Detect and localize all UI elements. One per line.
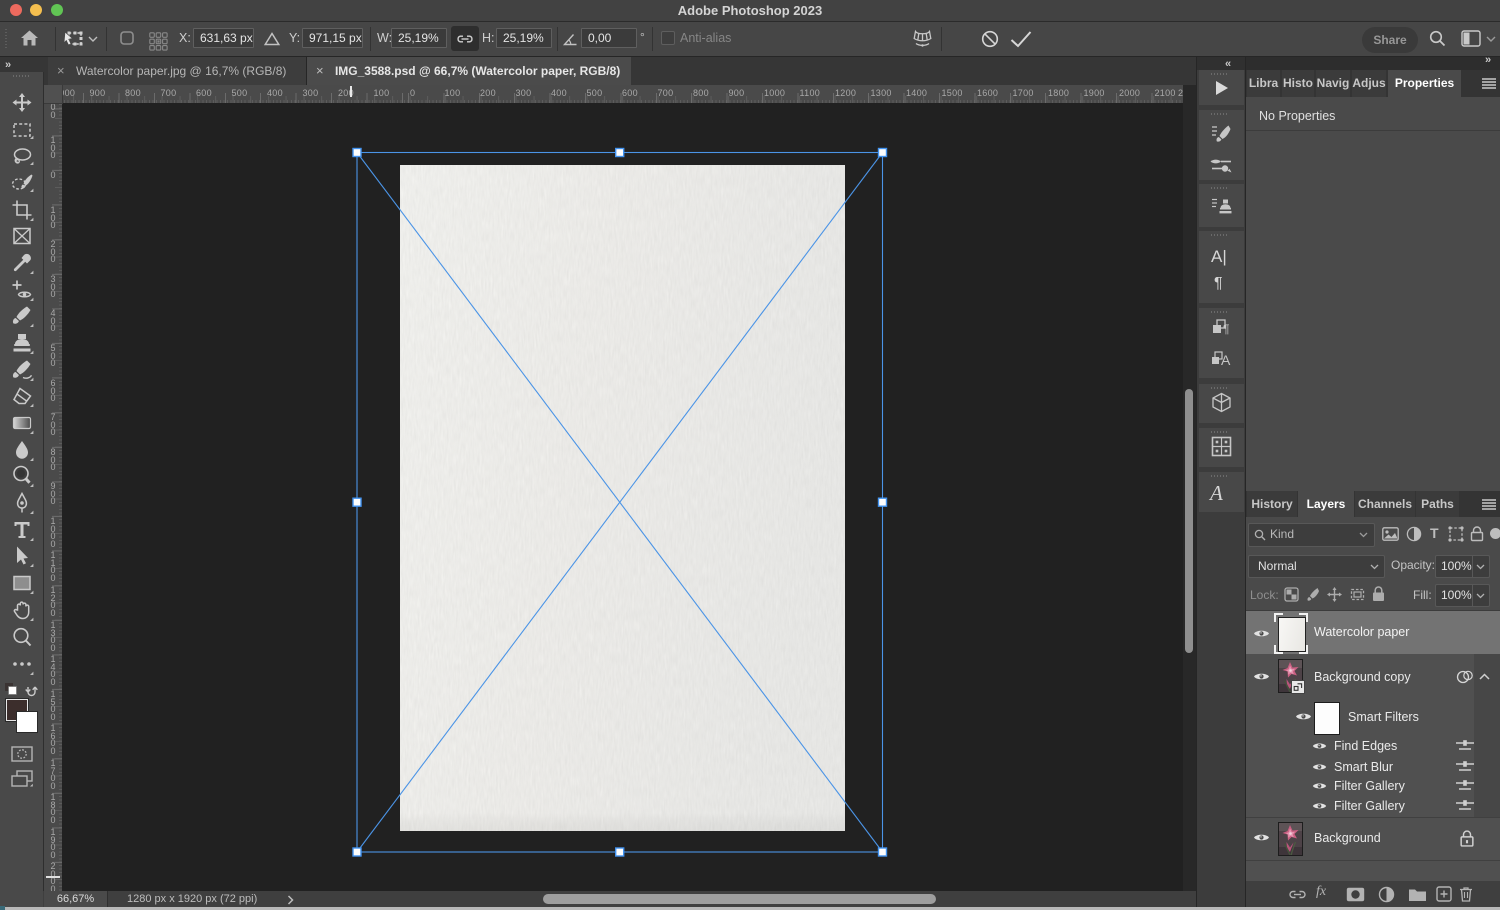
svg-text:¶: ¶ [1223, 322, 1229, 336]
svg-text:A: A [1221, 352, 1231, 368]
